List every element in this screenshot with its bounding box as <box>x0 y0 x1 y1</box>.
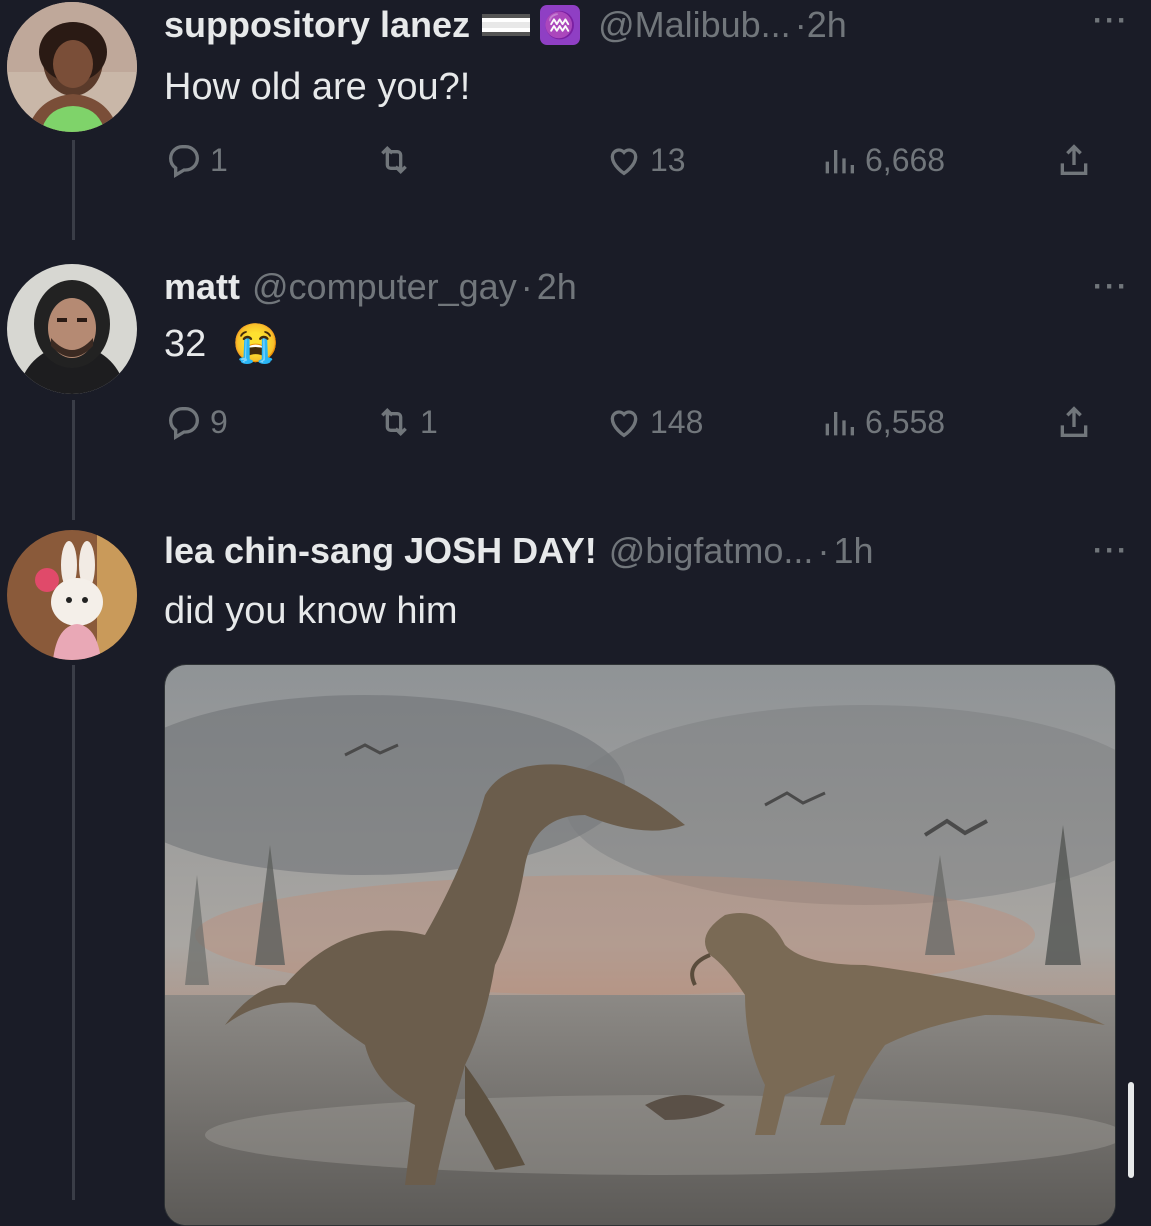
views-button[interactable]: 6,668 <box>819 140 945 180</box>
views-count: 6,558 <box>865 403 946 440</box>
crying-face-emoji: 😭 <box>232 323 280 365</box>
tweet-text: did you know him <box>164 590 458 632</box>
display-name[interactable]: lea chin-sang JOSH DAY! <box>164 530 597 572</box>
like-button[interactable]: 13 <box>604 140 686 180</box>
more-options-icon[interactable]: ··· <box>1093 270 1129 304</box>
avatar[interactable] <box>7 530 137 660</box>
avatar[interactable] <box>7 264 137 394</box>
timestamp[interactable]: 2h <box>807 4 847 46</box>
views-count: 6,668 <box>865 141 946 178</box>
flag-icon <box>482 14 531 36</box>
tweet-text-number: 32 <box>164 322 207 365</box>
avatar[interactable] <box>7 2 137 132</box>
more-options-icon[interactable]: ··· <box>1093 534 1129 568</box>
share-button[interactable] <box>1054 140 1100 180</box>
tweet-text: 32 😭 <box>164 322 280 366</box>
reply-count: 1 <box>210 141 228 178</box>
tweet-header: suppository lanez ♒ @Malibub... · 2h <box>164 4 847 46</box>
tweet-matt[interactable]: matt @computer_gay · 2h ··· 32 😭 9 1 148… <box>0 240 1151 500</box>
share-icon <box>1060 406 1088 437</box>
like-count: 13 <box>650 141 686 178</box>
retweet-icon <box>381 407 407 437</box>
tweet-header: lea chin-sang JOSH DAY! @bigfatmo... · 1… <box>164 530 873 572</box>
handle[interactable]: @bigfatmo... <box>609 530 814 572</box>
display-name[interactable]: matt <box>164 266 240 308</box>
views-button[interactable]: 6,558 <box>819 402 945 442</box>
aquarius-icon: ♒ <box>540 5 581 45</box>
reply-icon <box>168 145 199 178</box>
reply-count: 9 <box>210 403 228 440</box>
retweet-count: 1 <box>420 403 438 440</box>
retweet-icon <box>381 145 407 175</box>
tweet-suppository-lanez[interactable]: suppository lanez ♒ @Malibub... · 2h ···… <box>0 0 1151 230</box>
tweet-actions: 9 1 148 6,558 <box>164 402 1124 452</box>
share-icon <box>1060 144 1088 175</box>
retweet-button[interactable] <box>374 140 420 180</box>
tweet-header: matt @computer_gay · 2h <box>164 266 577 308</box>
like-button[interactable]: 148 <box>604 402 703 442</box>
handle[interactable]: @computer_gay <box>252 266 517 308</box>
separator-dot: · <box>817 530 830 571</box>
more-options-icon[interactable]: ··· <box>1093 4 1129 38</box>
reply-button[interactable]: 9 <box>164 402 228 442</box>
views-icon <box>825 150 854 174</box>
dinosaur-image <box>165 665 1115 1225</box>
separator-dot: · <box>794 4 807 45</box>
views-icon <box>825 412 854 436</box>
handle[interactable]: @Malibub... <box>598 4 791 46</box>
share-button[interactable] <box>1054 402 1100 442</box>
display-name[interactable]: suppository lanez <box>164 4 470 46</box>
tweet-text: How old are you?! <box>164 66 471 108</box>
reply-button[interactable]: 1 <box>164 140 228 180</box>
separator-dot: · <box>520 266 533 307</box>
heart-icon <box>610 410 638 438</box>
heart-icon <box>610 148 638 176</box>
timestamp[interactable]: 2h <box>537 266 577 308</box>
tweet-actions: 1 13 6,668 <box>164 140 1124 190</box>
retweet-button[interactable]: 1 <box>374 402 438 442</box>
timestamp[interactable]: 1h <box>833 530 873 572</box>
tweet-media-image[interactable] <box>164 664 1116 1226</box>
like-count: 148 <box>650 403 704 440</box>
reply-icon <box>168 407 199 440</box>
scrollbar[interactable] <box>1128 1082 1134 1178</box>
